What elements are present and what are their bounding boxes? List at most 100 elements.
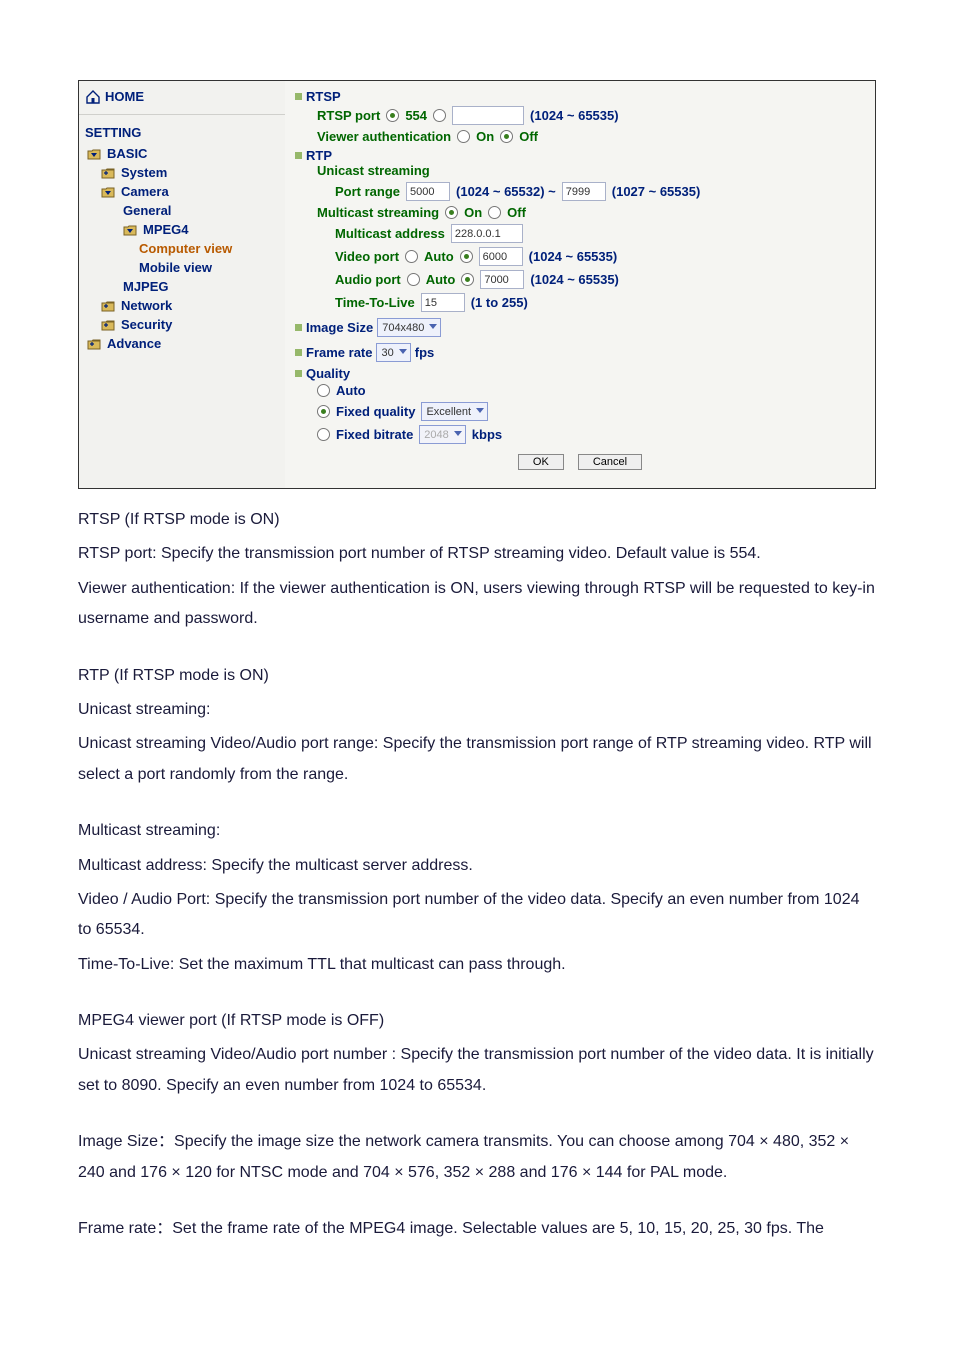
folder-closed-icon xyxy=(101,167,115,179)
document-body: RTSP (If RTSP mode is ON) RTSP port: Spe… xyxy=(0,505,954,1288)
off-label: Off xyxy=(507,205,526,220)
multicast-off-radio[interactable] xyxy=(488,206,501,219)
doc-p: MPEG4 viewer port (If RTSP mode is OFF) xyxy=(78,1006,876,1036)
multicast-on-radio[interactable] xyxy=(445,206,458,219)
doc-p: RTP (If RTSP mode is ON) xyxy=(78,661,876,691)
viewer-auth-off-radio[interactable] xyxy=(500,130,513,143)
sidebar-item-system[interactable]: System xyxy=(79,163,285,182)
ttl-input[interactable] xyxy=(421,293,465,312)
image-size-select[interactable]: 704x480 xyxy=(377,318,441,337)
portrange-label: Port range xyxy=(335,184,400,199)
rtsp-port-custom-radio[interactable] xyxy=(433,109,446,122)
folder-closed-icon xyxy=(101,319,115,331)
section-bullet-icon xyxy=(295,324,302,331)
sidebar-item-general[interactable]: General xyxy=(79,201,285,220)
sidebar-item-mjpeg[interactable]: MJPEG xyxy=(79,277,285,296)
sidebar-item-security[interactable]: Security xyxy=(79,315,285,334)
rtp-title: RTP xyxy=(306,148,332,163)
sidebar-item-mpeg4[interactable]: MPEG4 xyxy=(79,220,285,239)
off-label: Off xyxy=(519,129,538,144)
multicast-addr-label: Multicast address xyxy=(335,226,445,241)
portrange-from-input[interactable] xyxy=(406,182,450,201)
image-size-section: Image Size 704x480 xyxy=(295,318,865,337)
audio-port-row: Audio port Auto (1024 ~ 65535) xyxy=(295,268,865,291)
section-bullet-icon xyxy=(295,370,302,377)
rtsp-port-554-radio[interactable] xyxy=(386,109,399,122)
portrange-row: Port range (1024 ~ 65532) ~ (1027 ~ 6553… xyxy=(295,180,865,203)
frame-rate-label: Frame rate xyxy=(306,345,372,360)
doc-p: Time-To-Live: Set the maximum TTL that m… xyxy=(78,950,876,980)
audio-port-label: Audio port xyxy=(335,272,401,287)
audio-port-manual-radio[interactable] xyxy=(461,273,474,286)
viewer-auth-label: Viewer authentication xyxy=(317,129,451,144)
portrange-to-range: (1027 ~ 65535) xyxy=(612,184,701,199)
fixed-quality-label: Fixed quality xyxy=(336,404,415,419)
fixed-bitrate-radio[interactable] xyxy=(317,428,330,441)
doc-p: RTSP port: Specify the transmission port… xyxy=(78,539,876,569)
home-icon xyxy=(85,90,101,104)
multicast-addr-input[interactable] xyxy=(451,224,523,243)
settings-screenshot: HOME SETTING BASICSystemCameraGeneralMPE… xyxy=(78,80,876,489)
video-port-manual-radio[interactable] xyxy=(460,250,473,263)
ok-button[interactable]: OK xyxy=(518,454,564,470)
quality-label: Quality xyxy=(306,366,350,381)
section-bullet-icon xyxy=(295,93,302,100)
auto-label: Auto xyxy=(424,249,454,264)
folder-closed-icon xyxy=(101,300,115,312)
quality-section: Quality xyxy=(295,366,865,381)
viewer-auth-on-radio[interactable] xyxy=(457,130,470,143)
quality-auto-radio[interactable] xyxy=(317,384,330,397)
doc-p: Unicast streaming Video/Audio port numbe… xyxy=(78,1040,876,1101)
frame-rate-section: Frame rate 30 fps xyxy=(295,343,865,362)
on-label: On xyxy=(464,205,482,220)
rtsp-port-label: RTSP port xyxy=(317,108,380,123)
sidebar-item-camera[interactable]: Camera xyxy=(79,182,285,201)
fps-label: fps xyxy=(415,345,435,360)
folder-open-down-icon xyxy=(123,224,137,236)
main-panel: RTSP RTSP port 554 (1024 ~ 65535) Viewer… xyxy=(285,81,875,488)
fixed-quality-radio[interactable] xyxy=(317,405,330,418)
sidebar-item-label: Camera xyxy=(121,184,169,199)
video-port-row: Video port Auto (1024 ~ 65535) xyxy=(295,245,865,268)
rtp-section: RTP xyxy=(295,148,865,163)
sidebar-item-mobile-view[interactable]: Mobile view xyxy=(79,258,285,277)
sidebar-item-basic[interactable]: BASIC xyxy=(79,144,285,163)
frame-rate-select[interactable]: 30 xyxy=(376,343,410,362)
home-link[interactable]: HOME xyxy=(79,85,285,115)
buttons-row: OK Cancel xyxy=(295,446,865,474)
sidebar-item-network[interactable]: Network xyxy=(79,296,285,315)
portrange-from-range: (1024 ~ 65532) ~ xyxy=(456,184,556,199)
folder-open-down-icon xyxy=(87,148,101,160)
rtsp-port-range: (1024 ~ 65535) xyxy=(530,108,619,123)
fixed-bitrate-label: Fixed bitrate xyxy=(336,427,413,442)
doc-p: Image Size：Specify the image size the ne… xyxy=(78,1127,876,1188)
fixed-quality-select[interactable]: Excellent xyxy=(421,402,488,421)
ttl-range: (1 to 255) xyxy=(471,295,528,310)
folder-closed-icon xyxy=(87,338,101,350)
auto-label: Auto xyxy=(426,272,456,287)
fixed-bitrate-row: Fixed bitrate 2048 kbps xyxy=(295,423,865,446)
sidebar-item-computer-view[interactable]: Computer view xyxy=(79,239,285,258)
multicast-row: Multicast streaming On Off xyxy=(295,203,865,222)
quality-auto-row: Auto xyxy=(295,381,865,400)
sidebar: HOME SETTING BASICSystemCameraGeneralMPE… xyxy=(79,81,285,488)
doc-p: Multicast address: Specify the multicast… xyxy=(78,851,876,881)
video-port-label: Video port xyxy=(335,249,399,264)
audio-port-input[interactable] xyxy=(480,270,524,289)
multicast-addr-row: Multicast address xyxy=(295,222,865,245)
video-port-auto-radio[interactable] xyxy=(405,250,418,263)
on-label: On xyxy=(476,129,494,144)
quality-auto-label: Auto xyxy=(336,383,366,398)
viewer-auth-row: Viewer authentication On Off xyxy=(295,127,865,146)
sidebar-item-advance[interactable]: Advance xyxy=(79,334,285,353)
audio-port-auto-radio[interactable] xyxy=(407,273,420,286)
rtsp-port-custom-input[interactable] xyxy=(452,106,524,125)
cancel-button[interactable]: Cancel xyxy=(578,454,642,470)
portrange-to-input[interactable] xyxy=(562,182,606,201)
sidebar-item-label: BASIC xyxy=(107,146,147,161)
section-bullet-icon xyxy=(295,152,302,159)
sidebar-item-label: MPEG4 xyxy=(143,222,189,237)
video-port-input[interactable] xyxy=(479,247,523,266)
fixed-quality-row: Fixed quality Excellent xyxy=(295,400,865,423)
audio-port-range: (1024 ~ 65535) xyxy=(530,272,619,287)
